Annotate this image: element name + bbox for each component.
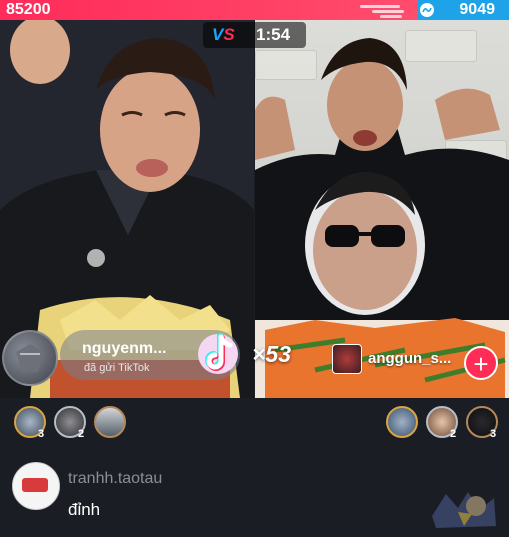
opponent-host-name[interactable]: anggun_s... xyxy=(368,350,451,368)
battle-timer: 1:54 xyxy=(256,25,291,44)
vs-logo-s: S xyxy=(223,25,235,44)
supporter-avatar[interactable] xyxy=(386,406,418,438)
supporter-avatar[interactable] xyxy=(94,406,126,438)
speed-streak xyxy=(372,10,404,13)
gift-sender-avatar[interactable] xyxy=(2,330,58,386)
speed-streak xyxy=(380,15,402,18)
supporter-rank: 2 xyxy=(78,428,85,440)
speed-streak xyxy=(360,5,400,8)
right-score: 9049 xyxy=(459,1,495,18)
vs-logo: VS xyxy=(212,24,235,46)
commenter-avatar-logo xyxy=(22,478,48,492)
commenter-username[interactable]: tranhh.taotau xyxy=(68,470,162,488)
right-host-video[interactable] xyxy=(255,20,509,398)
supporter-rank: 3 xyxy=(38,428,45,440)
wave-icon xyxy=(420,3,434,17)
supporter-rank: 2 xyxy=(450,428,457,440)
comment-text: đỉnh xyxy=(68,500,101,519)
right-host-figure xyxy=(255,38,509,398)
sticker-icon xyxy=(428,486,500,532)
gift-message: đã gửi TikTok xyxy=(84,362,150,374)
vs-logo-v: V xyxy=(212,25,224,44)
supporter-rank: 3 xyxy=(490,428,497,440)
gift-multiplier: ×53 xyxy=(252,341,292,367)
left-score-fill xyxy=(0,0,418,20)
left-score: 85200 xyxy=(6,1,51,18)
tiktok-gift-icon xyxy=(196,328,240,378)
follow-button[interactable]: + xyxy=(464,346,498,380)
gift-sender-name[interactable]: nguyenm... xyxy=(82,340,166,358)
opponent-host-avatar[interactable] xyxy=(332,344,362,374)
